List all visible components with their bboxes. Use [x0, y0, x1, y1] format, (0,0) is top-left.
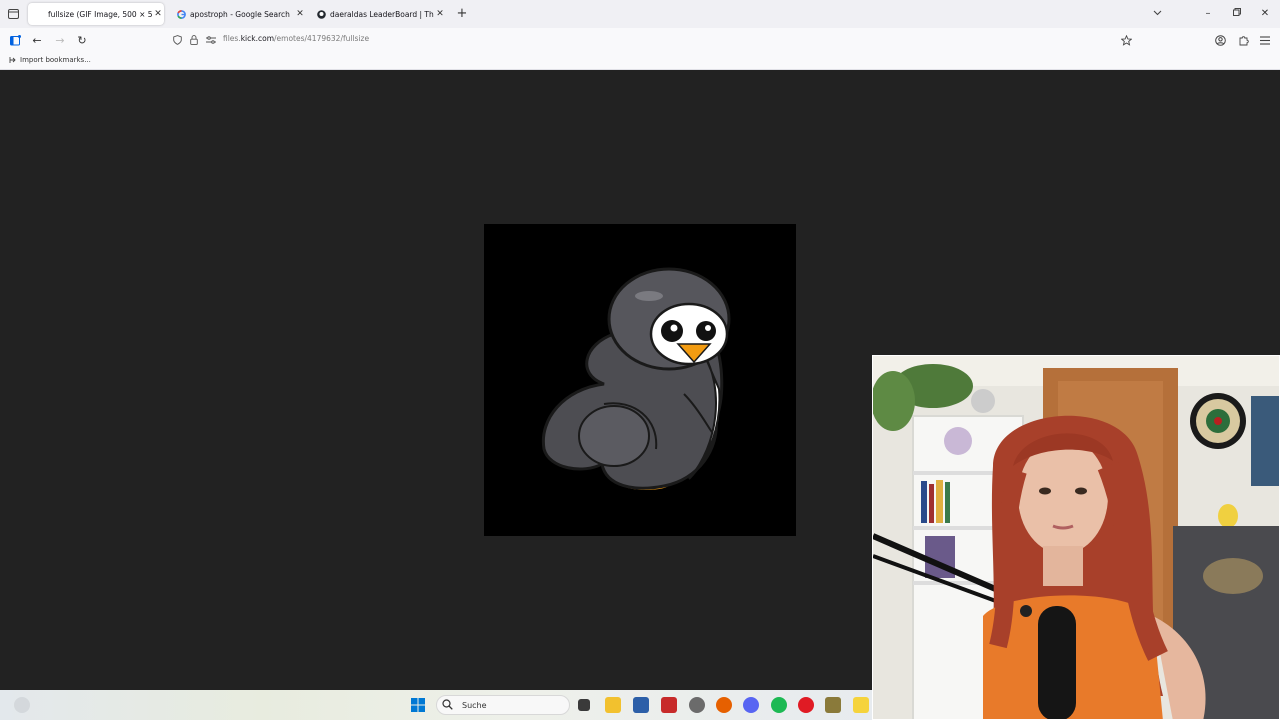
windows-taskbar: Suche	[0, 690, 872, 720]
restore-icon[interactable]	[1228, 5, 1246, 23]
spotify-icon[interactable]	[771, 697, 787, 713]
calculator-icon[interactable]	[633, 697, 649, 713]
url-bar[interactable]: files.kick.com/emotes/4179632/fullsize	[166, 30, 1140, 50]
search-icon	[442, 699, 454, 711]
permissions-icon[interactable]	[204, 33, 218, 47]
menu-icon[interactable]	[1256, 31, 1274, 49]
close-tab-icon[interactable]: ✕	[294, 9, 306, 19]
account-icon[interactable]	[1211, 31, 1229, 49]
url-prefix: files.	[223, 34, 241, 43]
image-icon	[34, 9, 44, 19]
tracking-protection-icon[interactable]	[170, 33, 184, 47]
video-app-icon[interactable]	[661, 697, 677, 713]
discord-icon[interactable]	[743, 697, 759, 713]
firefox-view-icon[interactable]	[5, 6, 21, 22]
new-tab-button[interactable]: +	[455, 6, 469, 22]
import-bookmarks-button[interactable]: Import bookmarks...	[8, 55, 91, 64]
obs-icon[interactable]	[689, 697, 705, 713]
search-placeholder: Suche	[462, 700, 487, 710]
minimize-icon[interactable]: –	[1199, 5, 1217, 23]
file-explorer-icon[interactable]	[605, 697, 621, 713]
navigation-bar: ← → ↻ files.kick.com/emotes/4179632/full…	[0, 28, 1280, 52]
tab-strip: fullsize (GIF Image, 500 × 500 pixels) ✕…	[0, 0, 1280, 28]
sticky-notes-icon[interactable]	[853, 697, 869, 713]
start-icon[interactable]	[410, 697, 426, 713]
penguin-emote-image[interactable]	[484, 224, 796, 536]
bookmark-star-icon[interactable]	[1117, 31, 1135, 49]
import-bookmarks-label: Import bookmarks...	[20, 55, 91, 64]
url-path: /emotes/4179632/fullsize	[274, 34, 370, 43]
webcam-overlay	[872, 355, 1280, 720]
close-tab-icon[interactable]: ✕	[152, 9, 164, 19]
firefox-icon[interactable]	[716, 697, 732, 713]
opera-icon[interactable]	[798, 697, 814, 713]
extensions-icon[interactable]	[1234, 31, 1252, 49]
list-all-tabs-icon[interactable]	[1148, 5, 1166, 23]
tab-title: fullsize (GIF Image, 500 × 500 pixels)	[48, 9, 152, 19]
app-icon[interactable]	[825, 697, 841, 713]
tab-title: apostroph - Google Search	[190, 9, 290, 19]
lock-icon[interactable]	[187, 33, 201, 47]
sidebar-icon[interactable]	[6, 31, 24, 49]
forward-button[interactable]: →	[51, 31, 69, 49]
bookmarks-toolbar: Import bookmarks...	[0, 52, 1280, 70]
taskbar-search[interactable]: Suche	[436, 695, 570, 715]
close-window-icon[interactable]: ✕	[1256, 5, 1274, 23]
google-icon	[176, 9, 186, 19]
tab-google-search[interactable]: apostroph - Google Search ✕	[170, 3, 306, 25]
close-tab-icon[interactable]: ✕	[434, 9, 446, 19]
back-button[interactable]: ←	[28, 31, 46, 49]
import-icon	[8, 55, 17, 64]
tab-leaderboard[interactable]: daeraldas LeaderBoard | The be ✕	[310, 3, 446, 25]
widgets-icon[interactable]	[14, 697, 30, 713]
task-view-icon[interactable]	[578, 699, 590, 711]
url-host: kick.com	[240, 34, 275, 43]
tab-title: daeraldas LeaderBoard | The be	[330, 9, 434, 19]
reload-button[interactable]: ↻	[73, 31, 91, 49]
tab-gif-image[interactable]: fullsize (GIF Image, 500 × 500 pixels) ✕	[28, 3, 164, 25]
url-text: files.kick.com/emotes/4179632/fullsize	[223, 34, 369, 43]
github-icon	[316, 9, 326, 19]
